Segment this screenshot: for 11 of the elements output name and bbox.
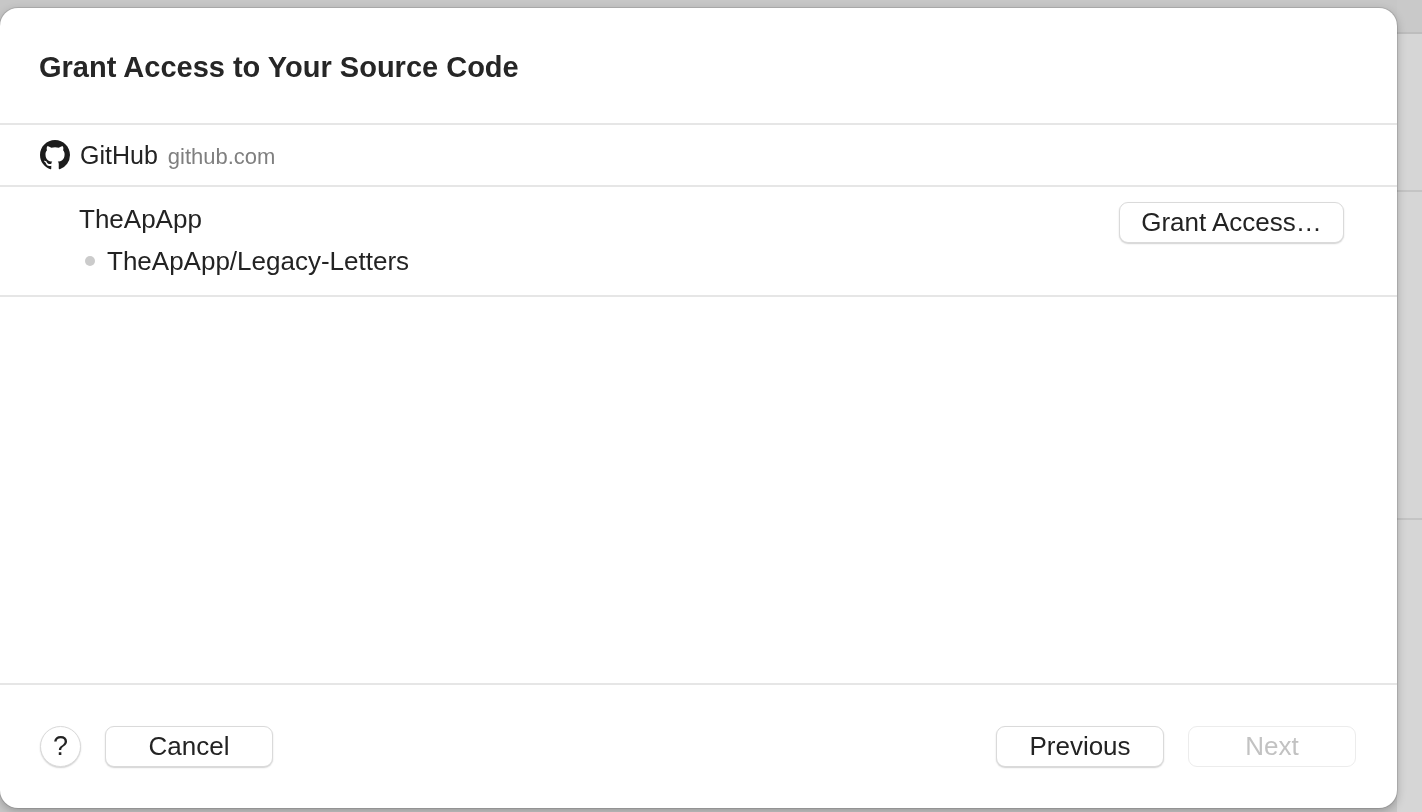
bullet-icon — [85, 256, 95, 266]
help-button[interactable]: ? — [40, 726, 81, 767]
github-logo-icon — [40, 140, 70, 170]
provider-domain: github.com — [167, 143, 276, 170]
account-name: TheApApp — [79, 203, 202, 235]
footer-button[interactable]: Previous — [996, 726, 1164, 767]
grant-access-button[interactable]: Grant Access… — [1119, 202, 1344, 243]
repository-name: TheApApp/Legacy-Letters — [107, 245, 410, 277]
footer-button[interactable]: Cancel — [105, 726, 273, 767]
dialog-title: Grant Access to Your Source Code — [39, 50, 519, 84]
provider-name: GitHub — [80, 140, 158, 170]
